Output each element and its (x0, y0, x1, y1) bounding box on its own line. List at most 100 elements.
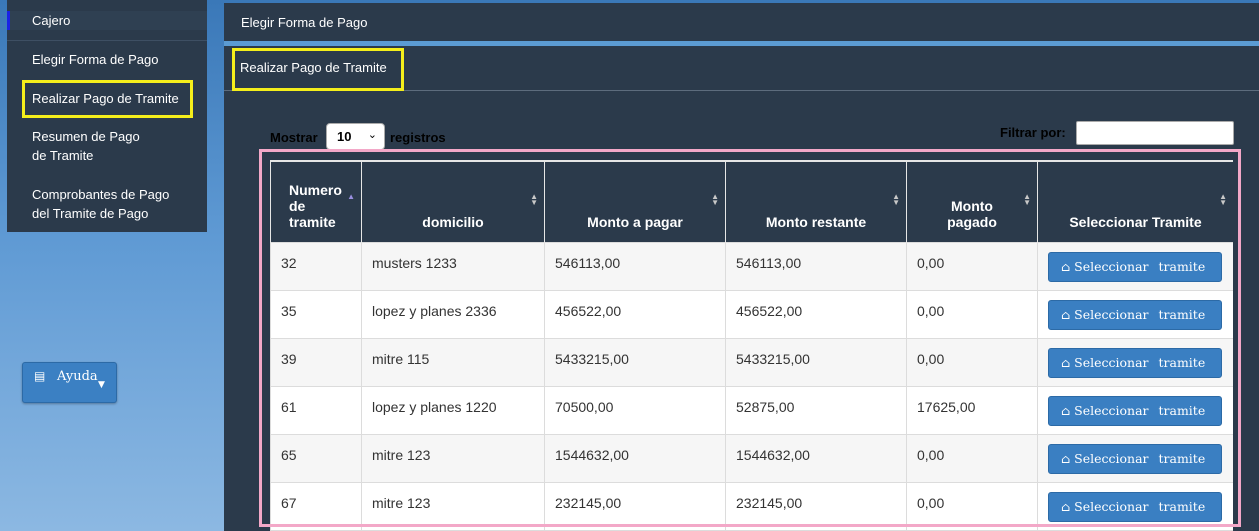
column-header-label: Numero de tramite (289, 181, 342, 230)
cell-monto-restante: 1544632,00 (725, 433, 907, 483)
caret-down-icon: ▼ (98, 380, 105, 390)
cell-numero: 39 (270, 337, 362, 387)
column-header-label: Seleccionar Tramite (1069, 213, 1202, 230)
cell-action: ⌂ Seleccionar tramite (1037, 385, 1233, 435)
cell-action: ⌂ Seleccionar tramite (1037, 433, 1233, 483)
cell-monto-pagado: 0,00 (906, 433, 1038, 483)
help-dropdown-button[interactable]: ▤ Ayuda ▼ (22, 362, 117, 403)
cell-numero: 67 (270, 481, 362, 531)
sidebar-item-comprobantes[interactable]: Comprobantes de Pago del Tramite de Pago (7, 185, 182, 223)
cell-monto-pagado: 0,00 (906, 289, 1038, 339)
sidebar-item-elegir-forma-de-pago[interactable]: Elegir Forma de Pago (7, 50, 207, 69)
tramites-table: Numero de tramite ▲ domicilio ▲ ▼ Monto a… (270, 160, 1233, 531)
column-header-label: Monto restante (765, 213, 867, 230)
seleccionar-tramite-button[interactable]: ⌂ Seleccionar tramite (1048, 491, 1222, 522)
table-row: 35 lopez y planes 2336 456522,00 456522,… (270, 289, 1233, 339)
cell-monto-pagar: 70500,00 (544, 385, 726, 435)
sort-icon: ▲ ▼ (530, 192, 538, 207)
cell-monto-restante: 456522,00 (725, 289, 907, 339)
button-label: Seleccionar tramite (1074, 258, 1206, 274)
cell-domicilio: mitre 123 (361, 433, 545, 483)
sidebar-item-realizar-pago[interactable]: Realizar Pago de Tramite (7, 89, 207, 108)
cell-monto-pagar: 456522,00 (544, 289, 726, 339)
page-title: Realizar Pago de Tramite (240, 60, 387, 75)
cell-numero: 65 (270, 433, 362, 483)
table-row: 32 musters 1233 546113,00 546113,00 0,00… (270, 241, 1233, 291)
home-icon: ⌂ (1061, 451, 1071, 466)
cell-monto-pagado: 0,00 (906, 481, 1038, 531)
cell-action: ⌂ Seleccionar tramite (1037, 241, 1233, 291)
help-label: Ayuda (57, 369, 98, 384)
sidebar-item-resumen-de-pago[interactable]: Resumen de Pago de Tramite (7, 127, 167, 165)
sidebar: Cajero Elegir Forma de Pago Realizar Pag… (7, 0, 207, 232)
seleccionar-tramite-button[interactable]: ⌂ Seleccionar tramite (1048, 347, 1222, 378)
cell-numero: 32 (270, 241, 362, 291)
button-label: Seleccionar tramite (1074, 402, 1206, 418)
cell-numero: 35 (270, 289, 362, 339)
cell-numero: 61 (270, 385, 362, 435)
home-icon: ⌂ (1061, 259, 1071, 274)
main-panel: Realizar Pago de Tramite Mostrar 10 ⌄ re… (224, 46, 1259, 531)
home-icon: ⌂ (1061, 403, 1071, 418)
sort-icon: ▲ ▼ (711, 192, 719, 207)
column-header-domicilio[interactable]: domicilio ▲ ▼ (361, 160, 545, 242)
column-header-monto-pagado[interactable]: Monto pagado ▲ ▼ (906, 160, 1038, 242)
cell-monto-pagar: 546113,00 (544, 241, 726, 291)
breadcrumb-bar: Elegir Forma de Pago (224, 3, 1259, 41)
sidebar-item-cajero[interactable]: Cajero (7, 11, 207, 30)
table-row: 67 mitre 123 232145,00 232145,00 0,00 ⌂ S… (270, 481, 1233, 531)
column-header-numero[interactable]: Numero de tramite ▲ (270, 160, 362, 242)
cell-action: ⌂ Seleccionar tramite (1037, 337, 1233, 387)
length-suffix: registros (390, 130, 446, 145)
cell-monto-restante: 5433215,00 (725, 337, 907, 387)
column-header-label: Monto a pagar (587, 213, 683, 230)
cell-monto-restante: 52875,00 (725, 385, 907, 435)
cell-domicilio: mitre 115 (361, 337, 545, 387)
cell-monto-pagar: 232145,00 (544, 481, 726, 531)
cell-monto-restante: 232145,00 (725, 481, 907, 531)
home-icon: ⌂ (1061, 307, 1071, 322)
column-header-label: Monto pagado (947, 197, 997, 230)
sort-icon: ▲ ▼ (1023, 192, 1031, 207)
filter-input[interactable] (1076, 121, 1234, 145)
cell-monto-pagar: 5433215,00 (544, 337, 726, 387)
column-header-seleccionar[interactable]: Seleccionar Tramite ▲ ▼ (1037, 160, 1233, 242)
home-icon: ⌂ (1061, 499, 1071, 514)
cell-domicilio: lopez y planes 2336 (361, 289, 545, 339)
sort-icon: ▲ ▼ (892, 192, 900, 207)
page-length-value: 10 (337, 129, 352, 144)
breadcrumb-title: Elegir Forma de Pago (241, 15, 368, 30)
table-header-row: Numero de tramite ▲ domicilio ▲ ▼ Monto a… (270, 160, 1233, 242)
sort-icon: ▲ ▼ (1219, 192, 1227, 207)
cell-domicilio: musters 1233 (361, 241, 545, 291)
cell-domicilio: mitre 123 (361, 481, 545, 531)
cell-monto-pagado: 0,00 (906, 337, 1038, 387)
length-label: Mostrar (270, 130, 318, 145)
chevron-down-icon: ⌄ (367, 129, 377, 141)
column-header-monto-pagar[interactable]: Monto a pagar ▲ ▼ (544, 160, 726, 242)
column-header-monto-restante[interactable]: Monto restante ▲ ▼ (725, 160, 907, 242)
sort-asc-icon: ▲ (347, 192, 355, 201)
seleccionar-tramite-button[interactable]: ⌂ Seleccionar tramite (1048, 443, 1222, 474)
table-row: 39 mitre 115 5433215,00 5433215,00 0,00 … (270, 337, 1233, 387)
cell-domicilio: lopez y planes 1220 (361, 385, 545, 435)
table-row: 61 lopez y planes 1220 70500,00 52875,00… (270, 385, 1233, 435)
button-label: Seleccionar tramite (1074, 354, 1206, 370)
seleccionar-tramite-button[interactable]: ⌂ Seleccionar tramite (1048, 395, 1222, 426)
cell-monto-pagar: 1544632,00 (544, 433, 726, 483)
button-label: Seleccionar tramite (1074, 498, 1206, 514)
title-divider (224, 90, 1259, 91)
cell-monto-restante: 546113,00 (725, 241, 907, 291)
seleccionar-tramite-button[interactable]: ⌂ Seleccionar tramite (1048, 299, 1222, 330)
seleccionar-tramite-button[interactable]: ⌂ Seleccionar tramite (1048, 251, 1222, 282)
home-icon: ⌂ (1061, 355, 1071, 370)
cell-action: ⌂ Seleccionar tramite (1037, 289, 1233, 339)
button-label: Seleccionar tramite (1074, 306, 1206, 322)
column-header-label: domicilio (422, 213, 484, 230)
page-length-select[interactable]: 10 ⌄ (326, 123, 385, 150)
sidebar-divider (7, 40, 207, 41)
tramites-table-container: Numero de tramite ▲ domicilio ▲ ▼ Monto a… (270, 160, 1233, 531)
cell-action: ⌂ Seleccionar tramite (1037, 481, 1233, 531)
table-row: 65 mitre 123 1544632,00 1544632,00 0,00 … (270, 433, 1233, 483)
filter-label: Filtrar por: (1000, 125, 1066, 140)
